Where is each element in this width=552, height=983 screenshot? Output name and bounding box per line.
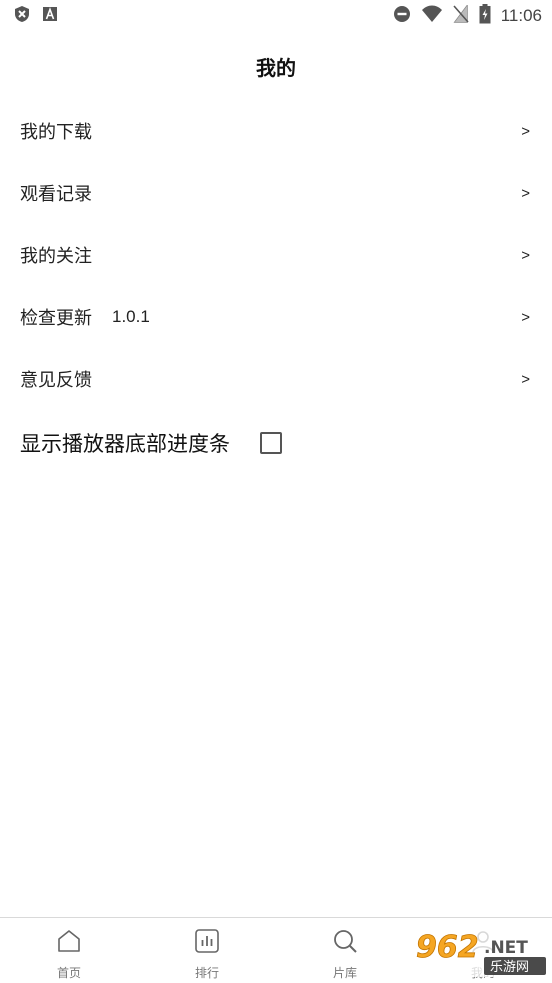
wifi-icon (421, 5, 443, 27)
progress-bar-checkbox[interactable] (260, 432, 282, 454)
chevron-right-icon: > (521, 308, 530, 326)
page-header: 我的 (0, 40, 552, 92)
font-a-icon (42, 6, 58, 26)
svg-text:乐游网: 乐游网 (490, 960, 529, 975)
do-not-disturb-icon (393, 5, 411, 27)
shield-x-icon (14, 5, 30, 27)
chevron-right-icon: > (521, 246, 530, 264)
menu-item-downloads[interactable]: 我的下载 > (0, 100, 552, 162)
progress-bar-setting: 显示播放器底部进度条 (0, 412, 552, 474)
screen: 11:06 我的 我的下载 > 观看记录 > 我的关注 > 检查更新 1.0.1… (0, 0, 552, 983)
menu-item-watch-history[interactable]: 观看记录 > (0, 162, 552, 224)
status-bar: 11:06 (0, 0, 552, 32)
nav-item-home[interactable]: 首页 (0, 918, 138, 983)
menu-list: 我的下载 > 观看记录 > 我的关注 > 检查更新 1.0.1 > 意见反馈 > (0, 100, 552, 410)
site-watermark-logo: 962 .NET 乐游网 (412, 925, 548, 977)
chevron-right-icon: > (521, 122, 530, 140)
menu-item-label: 我的下载 (20, 122, 92, 143)
page-title: 我的 (256, 55, 296, 80)
status-bar-left (14, 5, 58, 27)
chevron-right-icon: > (521, 370, 530, 388)
nav-label: 首页 (56, 966, 81, 980)
chevron-right-icon: > (521, 184, 530, 202)
menu-item-label: 观看记录 (20, 184, 92, 205)
svg-text:962: 962 (416, 930, 479, 965)
nav-label: 排行 (194, 966, 219, 980)
menu-item-label: 意见反馈 (20, 370, 92, 391)
battery-charging-icon (479, 4, 491, 28)
app-version: 1.0.1 (112, 307, 150, 326)
nav-item-library[interactable]: 片库 (276, 918, 414, 983)
menu-item-label: 我的关注 (20, 246, 92, 267)
menu-item-check-update[interactable]: 检查更新 1.0.1 > (0, 286, 552, 348)
home-icon (56, 928, 82, 958)
status-bar-time: 11:06 (500, 6, 542, 25)
menu-item-label: 检查更新 (20, 308, 92, 329)
status-bar-right: 11:06 (393, 3, 542, 28)
menu-item-feedback[interactable]: 意见反馈 > (0, 348, 552, 410)
progress-bar-setting-label: 显示播放器底部进度条 (20, 432, 230, 456)
search-icon (332, 928, 358, 958)
no-sim-icon (453, 3, 469, 27)
nav-item-ranking[interactable]: 排行 (138, 918, 276, 983)
ranking-icon (194, 928, 220, 958)
nav-label: 片库 (332, 966, 357, 980)
menu-item-following[interactable]: 我的关注 > (0, 224, 552, 286)
svg-text:.NET: .NET (484, 938, 528, 958)
